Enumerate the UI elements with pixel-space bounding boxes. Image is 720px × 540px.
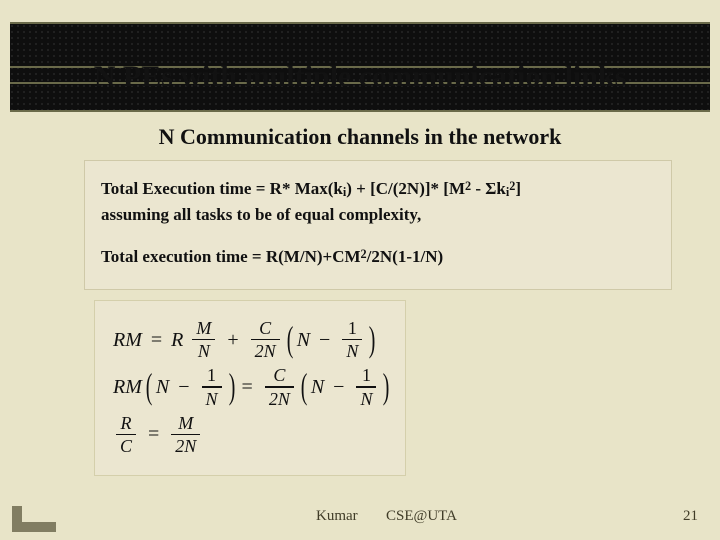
equation-row-3: RC = M2N (113, 414, 387, 455)
equation-block: RM = R MN + C2N ( N − 1N ) RM ( N − 1N )… (94, 300, 406, 476)
equation-row-2: RM ( N − 1N ) = C2N ( N − 1N ) (113, 366, 387, 407)
formula-line-2: assuming all tasks to be of equal comple… (101, 203, 655, 227)
formula-line-3: Total execution time = R(M/N)+CM2/2N(1-1… (101, 245, 655, 269)
equation-row-1: RM = R MN + C2N ( N − 1N ) (113, 319, 387, 360)
footer-author: Kumar (316, 508, 358, 525)
formula-text-box: Total Execution time = R* Max(ki) + [C/(… (84, 160, 672, 290)
slide-footer: Kumar CSE@UTA 21 (0, 508, 720, 530)
footer-course: CSE@UTA (386, 508, 457, 525)
slide-title: N PEs with multiple communication links (0, 60, 720, 94)
footer-page-number: 21 (683, 508, 698, 525)
slide-subtitle: N Communication channels in the network (0, 124, 720, 150)
formula-line-1: Total Execution time = R* Max(ki) + [C/(… (101, 177, 655, 201)
